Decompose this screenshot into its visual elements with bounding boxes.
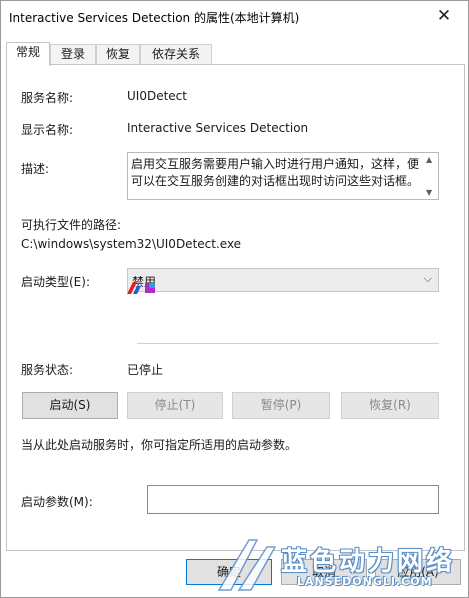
resume-button[interactable]: 恢复(R) (341, 392, 439, 419)
service-status-label: 服务状态: (21, 363, 74, 377)
start-button[interactable]: 启动(S) (22, 392, 118, 419)
tab-dependencies-label: 依存关系 (151, 47, 200, 61)
tab-logon-label: 登录 (60, 47, 85, 61)
description-scrollbar[interactable]: ▲ ▼ (424, 153, 438, 199)
start-params-input[interactable] (147, 485, 439, 514)
service-status-value: 已停止 (127, 363, 164, 377)
service-name-value: UI0Detect (127, 89, 187, 103)
tab-dependencies[interactable]: 依存关系 (140, 44, 212, 65)
ok-button[interactable]: 确定 (186, 559, 272, 585)
startup-type-label: 启动类型(E): (21, 275, 90, 289)
description-label: 描述: (21, 162, 50, 176)
start-params-hint: 当从此处启动服务时，你可指定所适用的启动参数。 (21, 438, 298, 452)
description-box[interactable]: 启用交互服务需要用户输入时进行用户通知，这样，便可以在交互服务创建的对话框出现时… (127, 152, 439, 200)
properties-dialog: Interactive Services Detection 的属性(本地计算机… (0, 0, 469, 598)
section-divider (137, 343, 439, 344)
title-bar: Interactive Services Detection 的属性(本地计算机… (1, 1, 468, 32)
apply-button[interactable]: 应用(A) (375, 559, 461, 585)
service-name-label: 服务名称: (21, 91, 74, 105)
exe-path-label: 可执行文件的路径: (21, 218, 122, 232)
exe-path-value: C:\windows\system32\UI0Detect.exe (21, 237, 242, 251)
close-button[interactable]: ✕ (426, 3, 462, 29)
pause-button[interactable]: 暂停(P) (232, 392, 330, 419)
description-text: 启用交互服务需要用户输入时进行用户通知，这样，便可以在交互服务创建的对话框出现时… (131, 157, 420, 188)
tab-general-label: 常规 (15, 45, 40, 59)
display-name-label: 显示名称: (21, 123, 74, 137)
tab-strip: 常规 登录 恢复 依存关系 (6, 42, 466, 66)
chevron-down-icon: ⌵ (423, 272, 432, 285)
tab-general[interactable]: 常规 (6, 42, 50, 66)
cursor-artifact-icon (127, 282, 155, 294)
tab-recovery[interactable]: 恢复 (96, 44, 140, 65)
tab-recovery-label: 恢复 (105, 47, 130, 61)
start-params-label: 启动参数(M): (21, 495, 93, 509)
window-title: Interactive Services Detection 的属性(本地计算机… (9, 11, 300, 25)
display-name-value: Interactive Services Detection (127, 121, 309, 135)
cancel-button[interactable]: 取消 (281, 559, 367, 585)
close-icon: ✕ (436, 6, 452, 26)
general-panel: 服务名称: UI0Detect 显示名称: Interactive Servic… (6, 64, 465, 551)
scroll-up-icon[interactable]: ▲ (426, 155, 432, 164)
startup-type-select[interactable]: 禁用 ⌵ (127, 268, 439, 292)
tab-logon[interactable]: 登录 (50, 44, 96, 65)
scroll-down-icon[interactable]: ▼ (426, 188, 432, 197)
stop-button[interactable]: 停止(T) (127, 392, 223, 419)
